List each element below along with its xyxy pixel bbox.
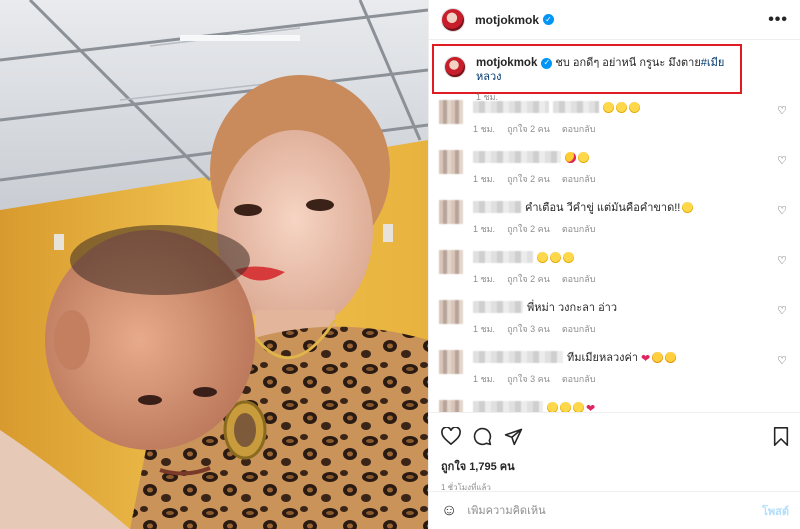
comment-item: ทีมเมียหลวงค่า ❤ 1 ชม. ถูกใจ 3 คน ตอบกลับ … (439, 350, 791, 386)
emoji-picker-icon[interactable]: ☺ (441, 502, 457, 520)
like-heart-icon[interactable] (441, 427, 461, 445)
save-bookmark-icon[interactable] (773, 426, 789, 446)
laughing-emoji-icon (563, 251, 574, 263)
caption-username[interactable]: motjokmok (476, 57, 537, 69)
laughing-emoji-icon (537, 251, 548, 263)
comment-likes[interactable]: ถูกใจ 2 คน (507, 124, 550, 134)
red-heart-emoji-icon: ❤ (586, 402, 596, 413)
heart-eyes-emoji-icon (565, 151, 576, 163)
comment-likes[interactable]: ถูกใจ 2 คน (507, 174, 550, 184)
comments-list[interactable]: 1 ชม. ถูกใจ 2 คน ตอบกลับ ♡ 1 ชม. ถูกใจ 2 คน… (429, 92, 800, 412)
commenter-avatar[interactable] (439, 150, 463, 174)
comment-input[interactable] (467, 504, 762, 517)
author-avatar[interactable] (441, 7, 465, 32)
comment-likes[interactable]: ถูกใจ 2 คน (507, 274, 550, 284)
comment-time: 1 ชม. (473, 124, 496, 134)
screaming-face-emoji-icon (665, 351, 677, 363)
commenter-avatar[interactable] (439, 350, 463, 374)
reply-button[interactable]: ตอบกลับ (562, 274, 596, 284)
comment-text: พี่หม่า วงกะลา อ่าว (527, 302, 618, 314)
comment-text: คำเตือน วีคำขู่ แต่มันคือคำขาด!! (525, 202, 681, 214)
blurred-username (473, 251, 533, 263)
blurred-username (473, 401, 543, 412)
reply-button[interactable]: ตอบกลับ (562, 124, 596, 134)
commenter-avatar[interactable] (439, 300, 463, 324)
comment-item: ❤ (439, 400, 791, 412)
comment-time: 1 ชม. (473, 224, 496, 234)
like-comment-icon[interactable]: ♡ (777, 304, 787, 317)
likes-count[interactable]: ถูกใจ 1,795 คน (441, 457, 789, 475)
author-username[interactable]: motjokmok (475, 13, 539, 27)
comment-likes[interactable]: ถูกใจ 2 คน (507, 224, 550, 234)
reply-button[interactable]: ตอบกลับ (562, 374, 596, 384)
reply-button[interactable]: ตอบกลับ (562, 324, 596, 334)
like-comment-icon[interactable]: ♡ (777, 254, 787, 267)
post-comment-button[interactable]: โพสต์ (762, 502, 789, 520)
caption-text: ชบ อกดีๆ อย่าหนี กรูนะ มึงตาย (555, 57, 701, 69)
blurred-username (473, 201, 521, 213)
comment-likes[interactable]: ถูกใจ 3 คน (507, 324, 550, 334)
comment-text: ทีมเมียหลวงค่า (567, 352, 639, 364)
blurred-username (473, 301, 523, 313)
comment-time: 1 ชม. (473, 174, 496, 184)
share-paper-plane-icon[interactable] (504, 427, 523, 446)
laughing-emoji-icon (547, 401, 558, 412)
reply-button[interactable]: ตอบกลับ (562, 224, 596, 234)
post-photo[interactable] (0, 0, 428, 529)
laughing-emoji-icon (573, 401, 584, 412)
comment-bubble-icon[interactable] (473, 427, 492, 446)
verified-badge-icon: ✓ (543, 14, 555, 25)
caption-highlight-box: motjokmok ✓ ชบ อกดีๆ อย่าหนี กรูนะ มึงตาย… (432, 44, 742, 102)
comment-time: 1 ชม. (473, 374, 496, 384)
comment-item: 1 ชม. ถูกใจ 2 คน ตอบกลับ ♡ (439, 250, 791, 286)
screaming-face-emoji-icon (652, 351, 664, 363)
laughing-emoji-icon (550, 251, 561, 263)
post-viewer: motjokmok ✓ ••• 1 ชม. ถูกใจ 2 คน ตอบกลับ ♡ (0, 0, 800, 529)
laughing-emoji-icon (560, 401, 571, 412)
comment-item: 1 ชม. ถูกใจ 2 คน ตอบกลับ ♡ (439, 150, 791, 186)
reply-button[interactable]: ตอบกลับ (562, 174, 596, 184)
comment-item: พี่หม่า วงกะลา อ่าว 1 ชม. ถูกใจ 3 คน ตอบกล… (439, 300, 791, 336)
comment-item: 1 ชม. ถูกใจ 2 คน ตอบกลับ ♡ (439, 100, 791, 136)
commenter-avatar[interactable] (439, 200, 463, 224)
post-actions: ถูกใจ 1,795 คน 1 ชั่วโมงที่แล้ว (429, 412, 800, 494)
more-options-icon[interactable]: ••• (768, 11, 788, 29)
blurred-username (473, 151, 561, 163)
caption-time: 1 ชม. (476, 92, 499, 102)
comment-time: 1 ชม. (473, 324, 496, 334)
add-comment-bar: ☺ โพสต์ (429, 491, 800, 529)
like-comment-icon[interactable]: ♡ (777, 354, 787, 367)
caption-author-avatar[interactable] (444, 56, 466, 78)
commenter-avatar[interactable] (439, 250, 463, 274)
laughing-emoji-icon (578, 151, 589, 163)
commenter-avatar[interactable] (439, 400, 463, 412)
verified-badge-icon: ✓ (541, 57, 553, 69)
red-heart-emoji-icon: ❤ (641, 352, 651, 365)
selfie-illustration (0, 0, 428, 529)
comment-item: คำเตือน วีคำขู่ แต่มันคือคำขาด!! 1 ชม. ถู… (439, 200, 791, 236)
laughing-emoji-icon (682, 201, 694, 213)
like-comment-icon[interactable]: ♡ (777, 204, 787, 217)
like-comment-icon[interactable]: ♡ (777, 154, 787, 167)
like-comment-icon[interactable]: ♡ (777, 104, 787, 117)
comment-likes[interactable]: ถูกใจ 3 คน (507, 374, 550, 384)
blurred-username (473, 351, 563, 363)
comment-time: 1 ชม. (473, 274, 496, 284)
post-header: motjokmok ✓ ••• (429, 0, 800, 40)
